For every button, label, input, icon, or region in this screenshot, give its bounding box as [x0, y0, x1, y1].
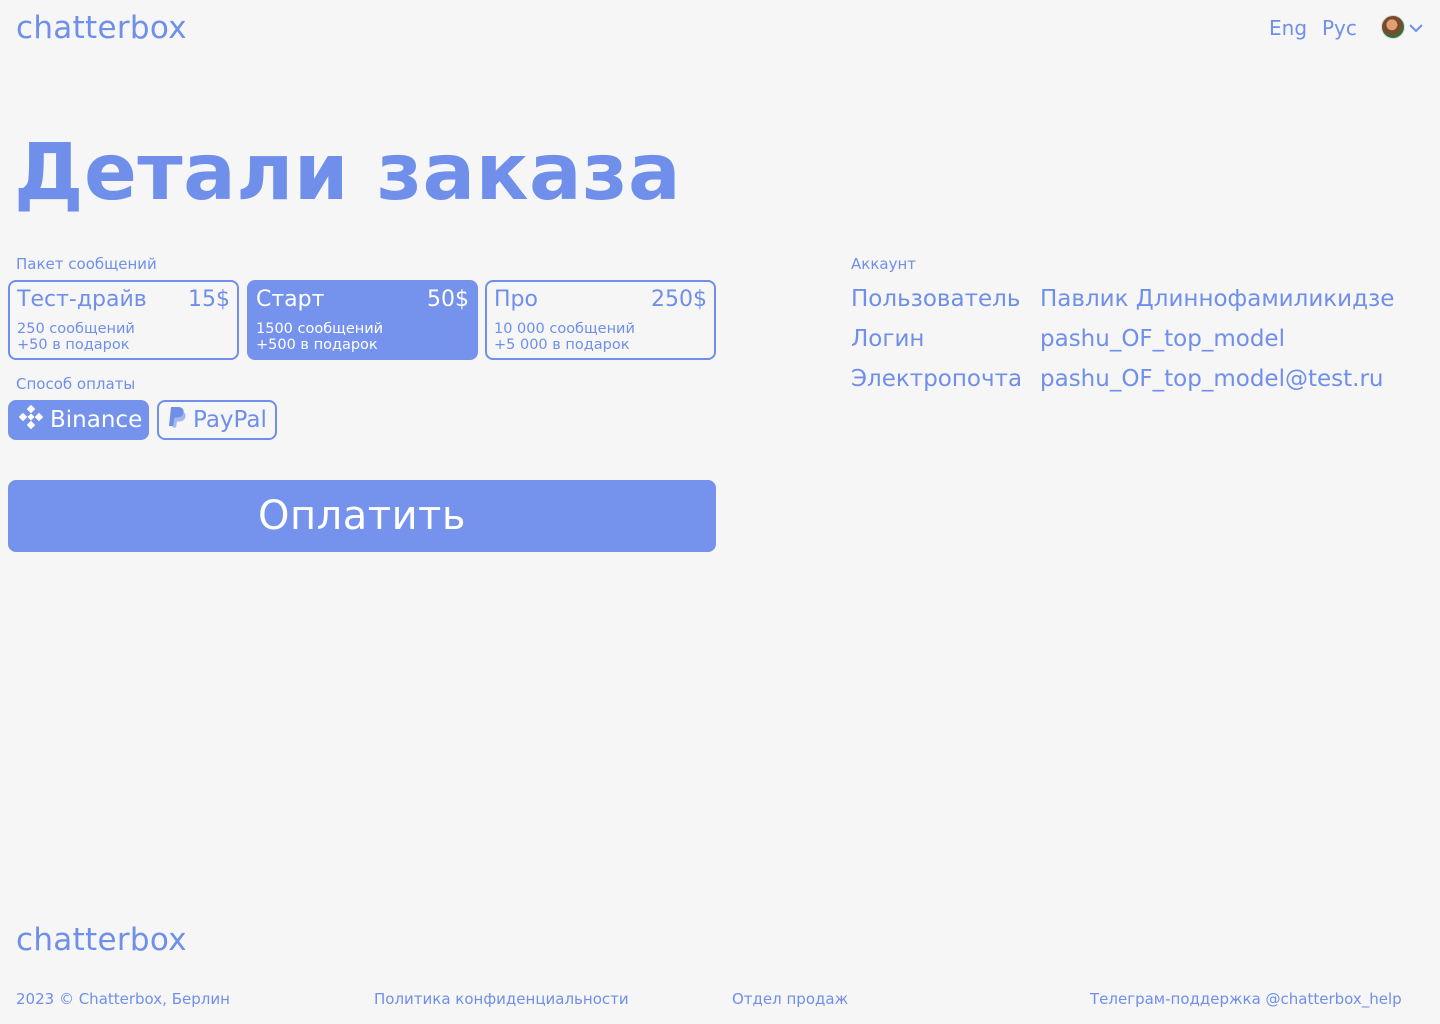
package-name: Старт [256, 287, 325, 312]
page-title: Детали заказа [14, 128, 682, 218]
package-price: 50$ [427, 287, 469, 312]
package-card-pro[interactable]: Про 250$ 10 000 сообщений +5 000 в подар… [485, 280, 716, 360]
package-price: 15$ [188, 287, 230, 312]
package-price: 250$ [651, 287, 707, 312]
package-card-start[interactable]: Старт 50$ 1500 сообщений +500 в подарок [247, 280, 478, 360]
account-label: Аккаунт [851, 255, 916, 273]
page: chatterbox Eng Рус Детали заказа Пакет с… [0, 0, 1440, 1024]
footer-logo[interactable]: chatterbox [16, 922, 187, 958]
payment-paypal-label: PayPal [193, 407, 267, 433]
footer-sales-link[interactable]: Отдел продаж [732, 990, 848, 1008]
footer-copyright: 2023 © Chatterbox, Берлин [16, 990, 230, 1008]
footer-support-link[interactable]: Телеграм-поддержка @chatterbox_help [1090, 990, 1402, 1008]
package-messages: 10 000 сообщений [494, 321, 635, 337]
payment-binance-button[interactable]: Binance [8, 400, 149, 440]
profile-menu[interactable] [1381, 15, 1423, 39]
package-bonus: +500 в подарок [256, 337, 378, 353]
chevron-down-icon [1409, 18, 1423, 37]
packages-label: Пакет сообщений [16, 255, 157, 273]
payment-paypal-button[interactable]: PayPal [157, 400, 277, 440]
footer-privacy-link[interactable]: Политика конфиденциальности [374, 990, 629, 1008]
account-email-key: Электропочта [851, 366, 1023, 392]
package-name: Тест-драйв [17, 287, 147, 312]
package-messages: 250 сообщений [17, 321, 135, 337]
package-messages: 1500 сообщений [256, 321, 384, 337]
pay-button[interactable]: Оплатить [8, 480, 716, 552]
payment-label: Способ оплаты [16, 375, 136, 393]
package-card-test-drive[interactable]: Тест-драйв 15$ 250 сообщений +50 в подар… [8, 280, 239, 360]
account-email-value: pashu_OF_top_model@test.ru [1040, 366, 1384, 392]
binance-icon [18, 404, 44, 436]
payment-binance-label: Binance [50, 407, 143, 433]
avatar [1381, 15, 1405, 39]
package-name: Про [494, 287, 538, 312]
account-login-key: Логин [851, 326, 925, 352]
package-bonus: +50 в подарок [17, 337, 130, 353]
account-user-value: Павлик Длиннофамиликидзе [1040, 286, 1395, 312]
language-russian[interactable]: Рус [1322, 16, 1357, 40]
paypal-icon [167, 405, 187, 435]
account-user-key: Пользователь [851, 286, 1021, 312]
package-bonus: +5 000 в подарок [494, 337, 630, 353]
logo[interactable]: chatterbox [16, 10, 187, 46]
account-login-value: pashu_OF_top_model [1040, 326, 1285, 352]
language-english[interactable]: Eng [1269, 16, 1307, 40]
